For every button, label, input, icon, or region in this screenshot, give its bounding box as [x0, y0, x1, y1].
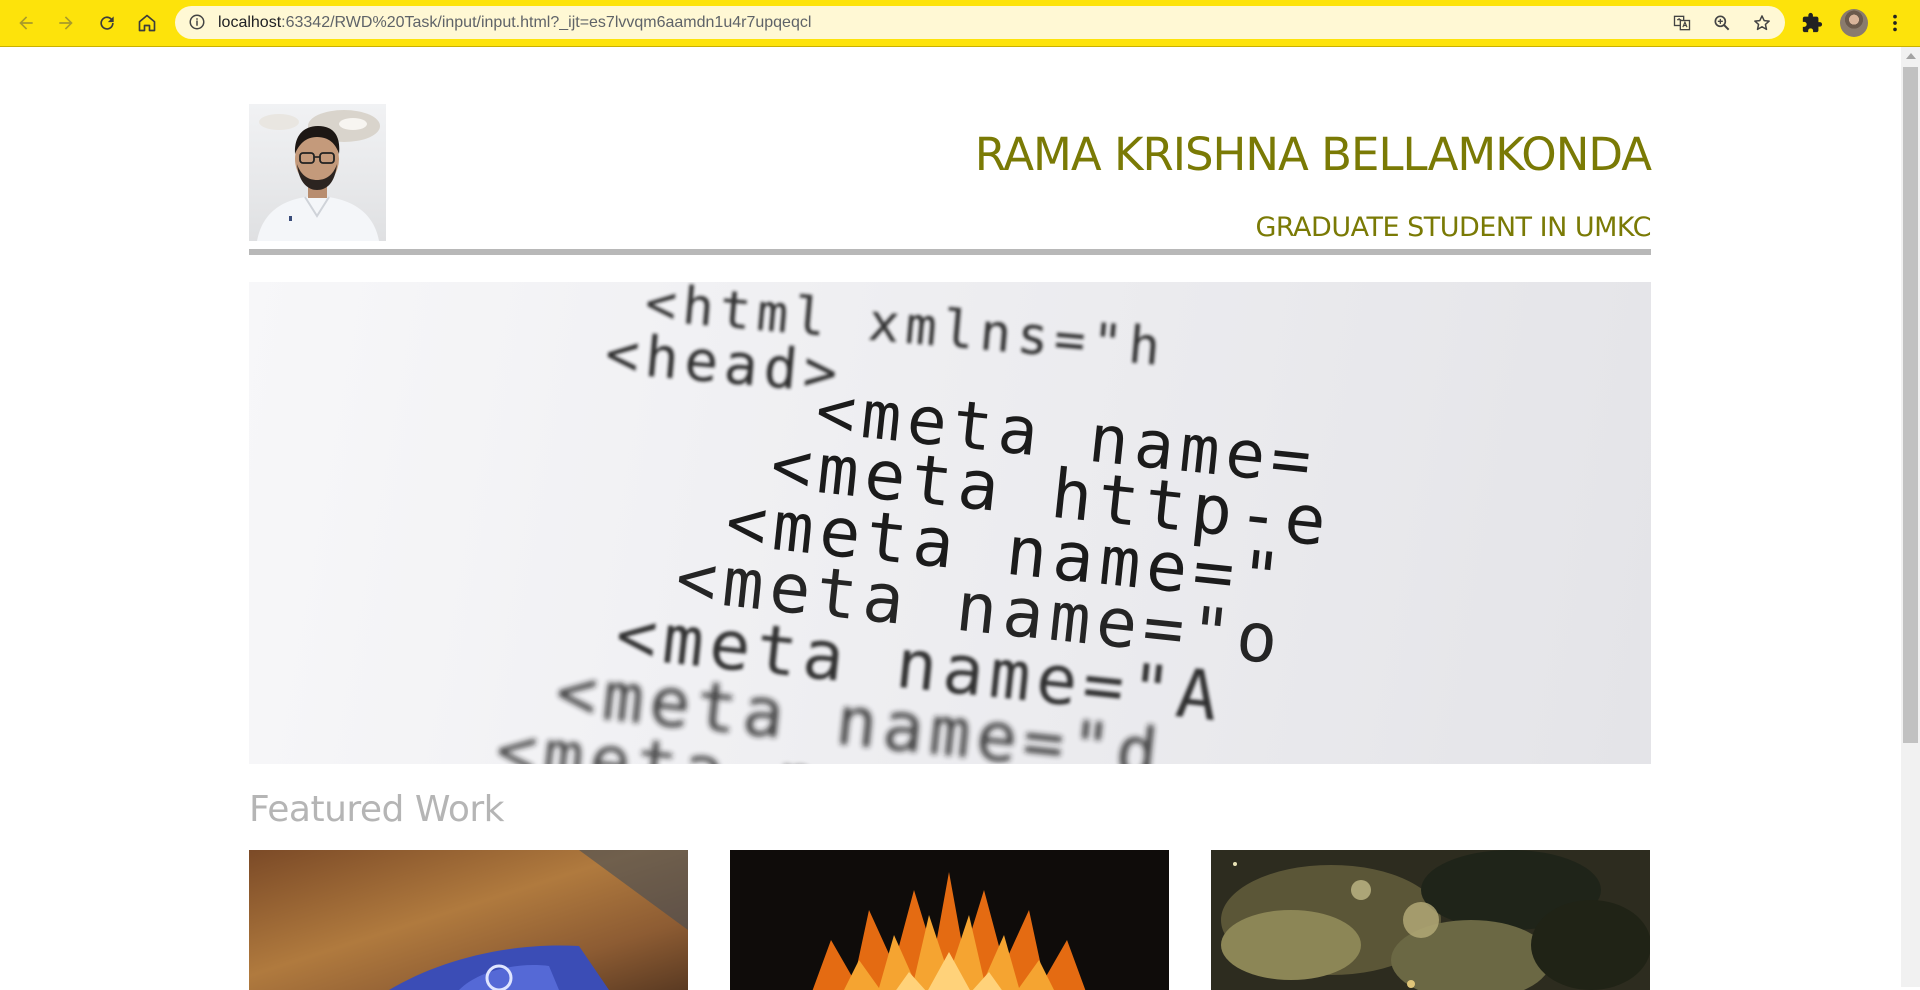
page-subtitle: GRADUATE STUDENT IN UMKC — [1255, 212, 1651, 243]
scroll-up-arrow-icon[interactable] — [1906, 53, 1916, 59]
home-icon[interactable] — [132, 8, 162, 38]
extensions-icon[interactable] — [1799, 10, 1825, 36]
translate-icon[interactable] — [1671, 12, 1693, 34]
featured-work-heading: Featured Work — [249, 789, 505, 830]
featured-work-2[interactable] — [730, 850, 1169, 990]
scrollbar-thumb[interactable] — [1903, 67, 1918, 743]
reload-icon[interactable] — [92, 8, 122, 38]
forward-icon[interactable] — [51, 8, 81, 38]
featured-work-3[interactable] — [1211, 850, 1650, 990]
url-host: localhost — [218, 14, 282, 31]
profile-avatar[interactable] — [1840, 9, 1868, 37]
profile-photo — [249, 104, 386, 241]
star-icon[interactable] — [1751, 12, 1773, 34]
url-path: :63342/RWD%20Task/input/input.html?_ijt=… — [281, 14, 812, 31]
featured-work-1[interactable] — [249, 850, 688, 990]
page-title: RAMA KRISHNA BELLAMKONDA — [974, 128, 1652, 181]
hero-image: <!DOCTYPE html><html xmlns="h<head><meta… — [249, 282, 1651, 764]
header-divider — [249, 249, 1651, 255]
hero-code-graphic: <!DOCTYPE html><html xmlns="h<head><meta… — [492, 282, 1335, 764]
vertical-scrollbar[interactable] — [1901, 47, 1920, 987]
info-icon[interactable] — [187, 12, 207, 32]
zoom-icon[interactable] — [1711, 12, 1733, 34]
browser-toolbar: localhost:63342/RWD%20Task/input/input.h… — [0, 0, 1920, 47]
url-text[interactable]: localhost:63342/RWD%20Task/input/input.h… — [218, 6, 811, 39]
back-icon[interactable] — [11, 8, 41, 38]
menu-kebab-icon[interactable] — [1882, 10, 1908, 36]
address-bar[interactable]: localhost:63342/RWD%20Task/input/input.h… — [175, 6, 1785, 39]
